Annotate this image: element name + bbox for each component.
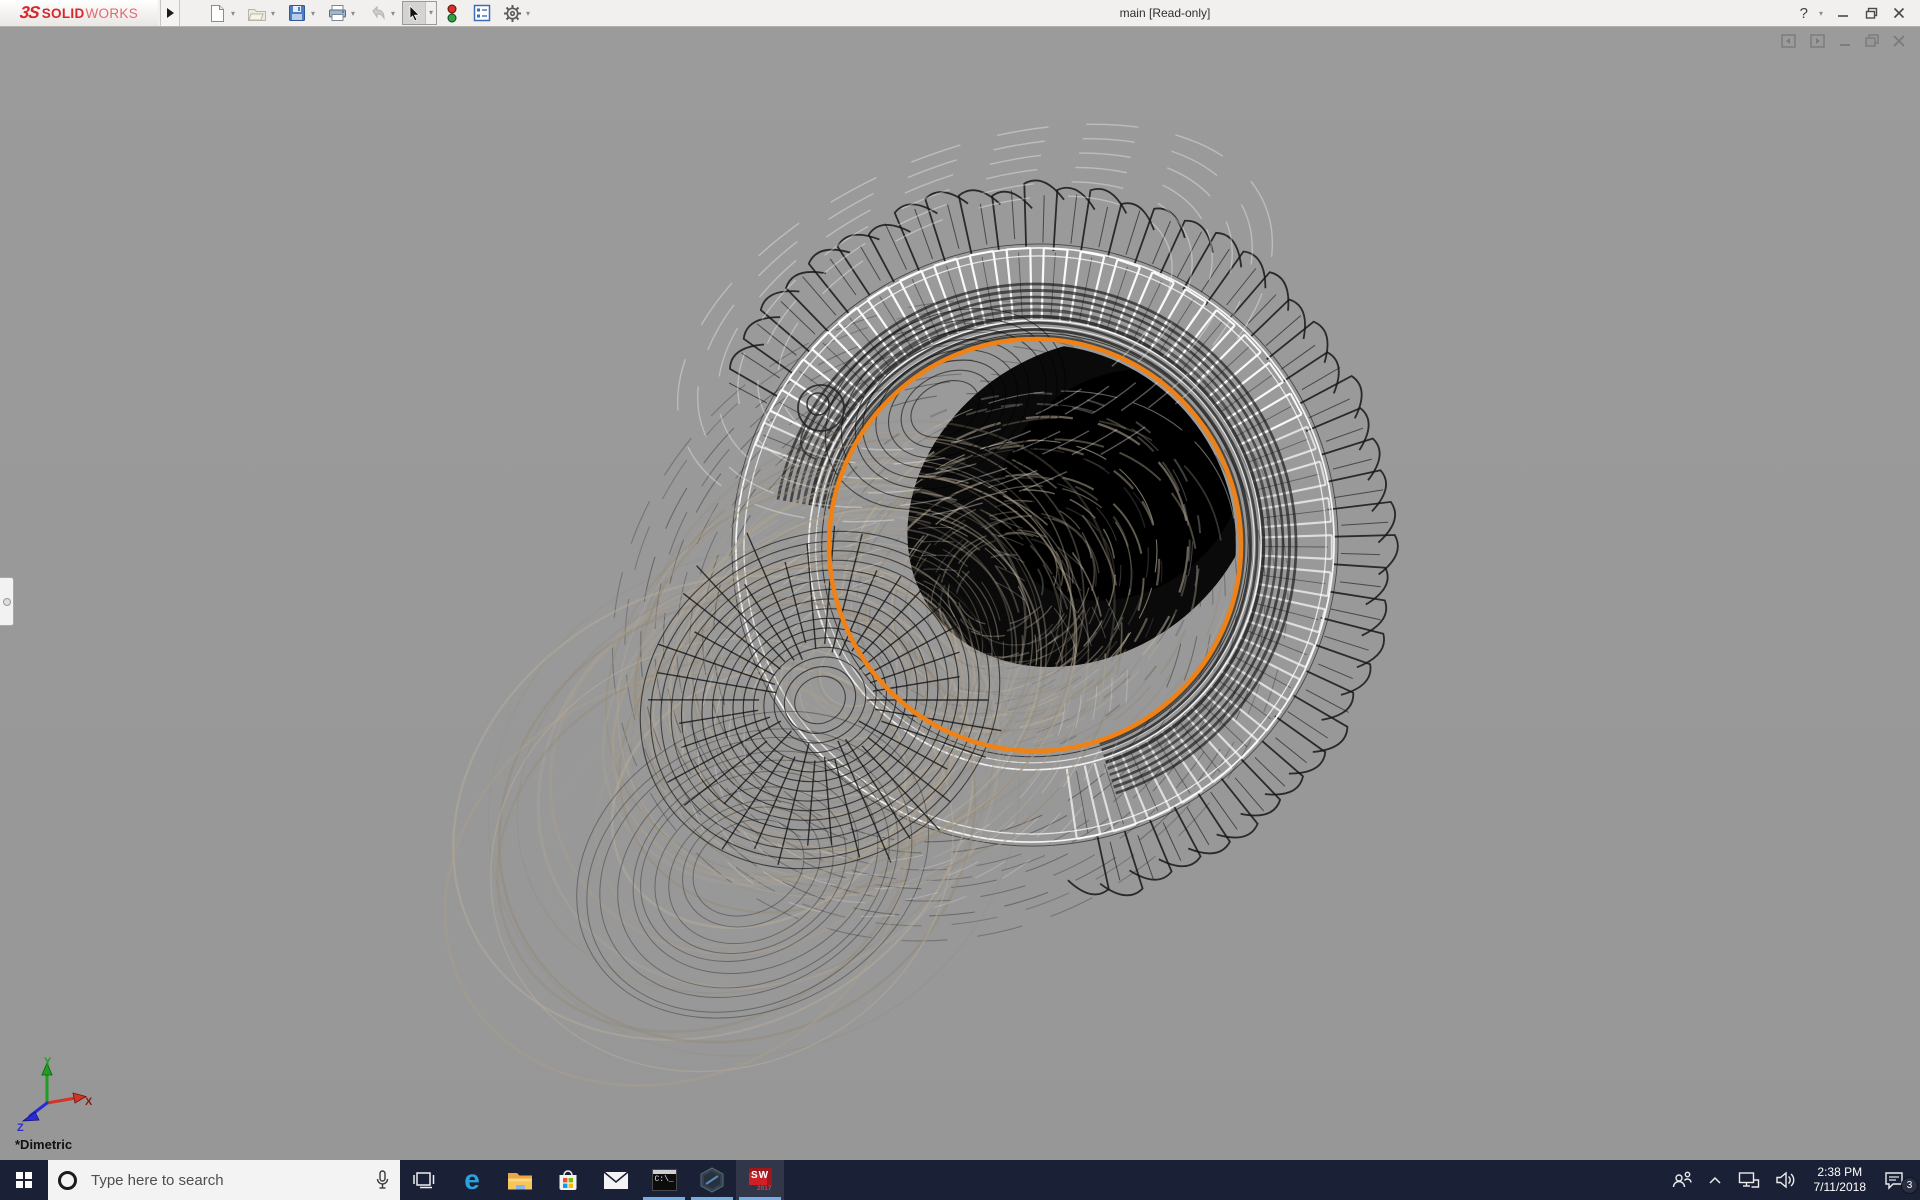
print-button[interactable] [326, 2, 348, 24]
solidworks-2017-icon: SW 2017 [748, 1167, 772, 1193]
edge-button[interactable]: e [448, 1160, 496, 1200]
minimize-icon [1838, 15, 1848, 17]
pane-handle-icon [2, 597, 11, 606]
new-document-button[interactable] [206, 2, 228, 24]
select-tool-group: ▾ [402, 1, 437, 25]
logo-text-solid: SOLID [41, 5, 85, 21]
view-orientation-label: *Dimetric [15, 1137, 73, 1152]
help-dropdown-caret[interactable]: ▾ [1816, 9, 1826, 18]
close-icon [1893, 7, 1905, 19]
child-restore-icon[interactable] [1865, 34, 1880, 48]
collapse-left-pane-icon[interactable] [1781, 34, 1797, 48]
print-dropdown-caret[interactable]: ▾ [348, 9, 358, 18]
rebuild-button[interactable] [441, 2, 463, 24]
notification-badge: 3 [1901, 1177, 1918, 1194]
select-dropdown-caret[interactable]: ▾ [425, 2, 436, 24]
undo-button[interactable] [366, 2, 388, 24]
minimize-button[interactable] [1832, 2, 1854, 24]
cortana-icon [58, 1170, 77, 1190]
windows-logo-icon [15, 1171, 33, 1189]
store-icon [559, 1170, 577, 1190]
command-prompt-button[interactable]: C:\_ [640, 1160, 688, 1200]
toolbar: ▾ ▾ ▾ ▾ ▾ ▾ ▾ [206, 0, 533, 26]
printer-icon [328, 5, 346, 21]
open-folder-icon [248, 8, 266, 21]
file-properties-button[interactable] [471, 2, 493, 24]
document-title: main [Read-only] [1119, 6, 1211, 20]
select-tool-button[interactable] [403, 2, 425, 24]
speaker-icon [1775, 1171, 1794, 1189]
people-button[interactable] [1664, 1160, 1700, 1200]
restore-icon [1865, 7, 1877, 19]
undo-arrow-icon [371, 5, 385, 20]
network-button[interactable] [1730, 1160, 1768, 1200]
taskbar-apps: e C:\_ SW 2017 [400, 1160, 784, 1200]
action-center-button[interactable]: 3 [1876, 1160, 1920, 1200]
command-prompt-icon: C:\_ [651, 1169, 677, 1191]
svg-text:X: X [85, 1096, 93, 1108]
network-icon [1738, 1172, 1759, 1188]
edge-icon: e [464, 1164, 480, 1195]
graphics-viewport[interactable]: Y X Z *Dimetric [0, 27, 1920, 1160]
task-pane-tab[interactable] [0, 577, 14, 626]
right-triangle-icon [166, 8, 174, 18]
screen: 3S SOLID WORKS ▾ ▾ ▾ ▾ ▾ ▾ ▾ main [Read-… [0, 0, 1920, 1200]
properties-list-icon [473, 4, 491, 22]
stoplight-icon [447, 4, 457, 22]
gear-icon [503, 4, 521, 22]
file-explorer-icon [508, 1172, 532, 1189]
people-icon [1672, 1171, 1692, 1188]
dassault-3ds-icon: 3S [18, 3, 41, 22]
open-dropdown-caret[interactable]: ▾ [268, 9, 278, 18]
open-button[interactable] [246, 2, 268, 24]
tray-overflow-button[interactable] [1700, 1160, 1730, 1200]
microphone-icon [376, 1170, 389, 1189]
new-document-icon [211, 4, 224, 22]
mail-icon [603, 1170, 629, 1189]
volume-button[interactable] [1768, 1160, 1804, 1200]
cursor-arrow-icon [409, 5, 420, 21]
undo-dropdown-caret[interactable]: ▾ [388, 9, 398, 18]
window-controls: ? ▾ [1798, 0, 1910, 26]
task-view-button[interactable] [400, 1160, 448, 1200]
new-dropdown-caret[interactable]: ▾ [228, 9, 238, 18]
hexagon-app-icon [700, 1167, 724, 1193]
logo-text-works: WORKS [85, 5, 139, 21]
svg-text:Y: Y [44, 1056, 52, 1068]
search-input[interactable] [89, 1170, 375, 1190]
save-button[interactable] [286, 2, 308, 24]
clock-date: 7/11/2018 [1813, 1180, 1867, 1194]
taskbar: e C:\_ SW 2017 [0, 1160, 1920, 1200]
file-explorer-button[interactable] [496, 1160, 544, 1200]
child-minimize-icon[interactable] [1839, 34, 1852, 48]
save-dropdown-caret[interactable]: ▾ [308, 9, 318, 18]
restore-button[interactable] [1860, 2, 1882, 24]
hexagon-app-button[interactable] [688, 1160, 736, 1200]
menu-expand-arrow[interactable] [160, 0, 180, 26]
orientation-triad: Y X Z [17, 1056, 93, 1133]
engine-wireframe-model [443, 123, 1399, 1087]
title-bar: 3S SOLID WORKS ▾ ▾ ▾ ▾ ▾ ▾ ▾ main [Read-… [0, 0, 1920, 27]
options-dropdown-caret[interactable]: ▾ [523, 9, 533, 18]
mail-button[interactable] [592, 1160, 640, 1200]
solidworks-app-button[interactable]: SW 2017 [736, 1160, 784, 1200]
clock-time: 2:38 PM [1817, 1165, 1863, 1179]
child-close-icon[interactable] [1893, 34, 1906, 48]
options-button[interactable] [501, 2, 523, 24]
start-button[interactable] [0, 1160, 48, 1200]
chevron-up-icon [1708, 1176, 1721, 1184]
collapse-right-pane-icon[interactable] [1810, 34, 1826, 48]
taskbar-clock[interactable]: 2:38 PM 7/11/2018 [1804, 1165, 1877, 1195]
system-tray: 2:38 PM 7/11/2018 3 [1664, 1160, 1920, 1200]
store-button[interactable] [544, 1160, 592, 1200]
task-view-icon [413, 1172, 435, 1189]
taskbar-search[interactable] [48, 1160, 400, 1200]
save-floppy-icon [289, 5, 305, 21]
svg-text:Z: Z [17, 1122, 24, 1133]
help-button[interactable]: ? [1798, 5, 1810, 22]
solidworks-logo: 3S SOLID WORKS [0, 0, 158, 26]
child-window-controls [1781, 34, 1906, 48]
close-button[interactable] [1888, 2, 1910, 24]
